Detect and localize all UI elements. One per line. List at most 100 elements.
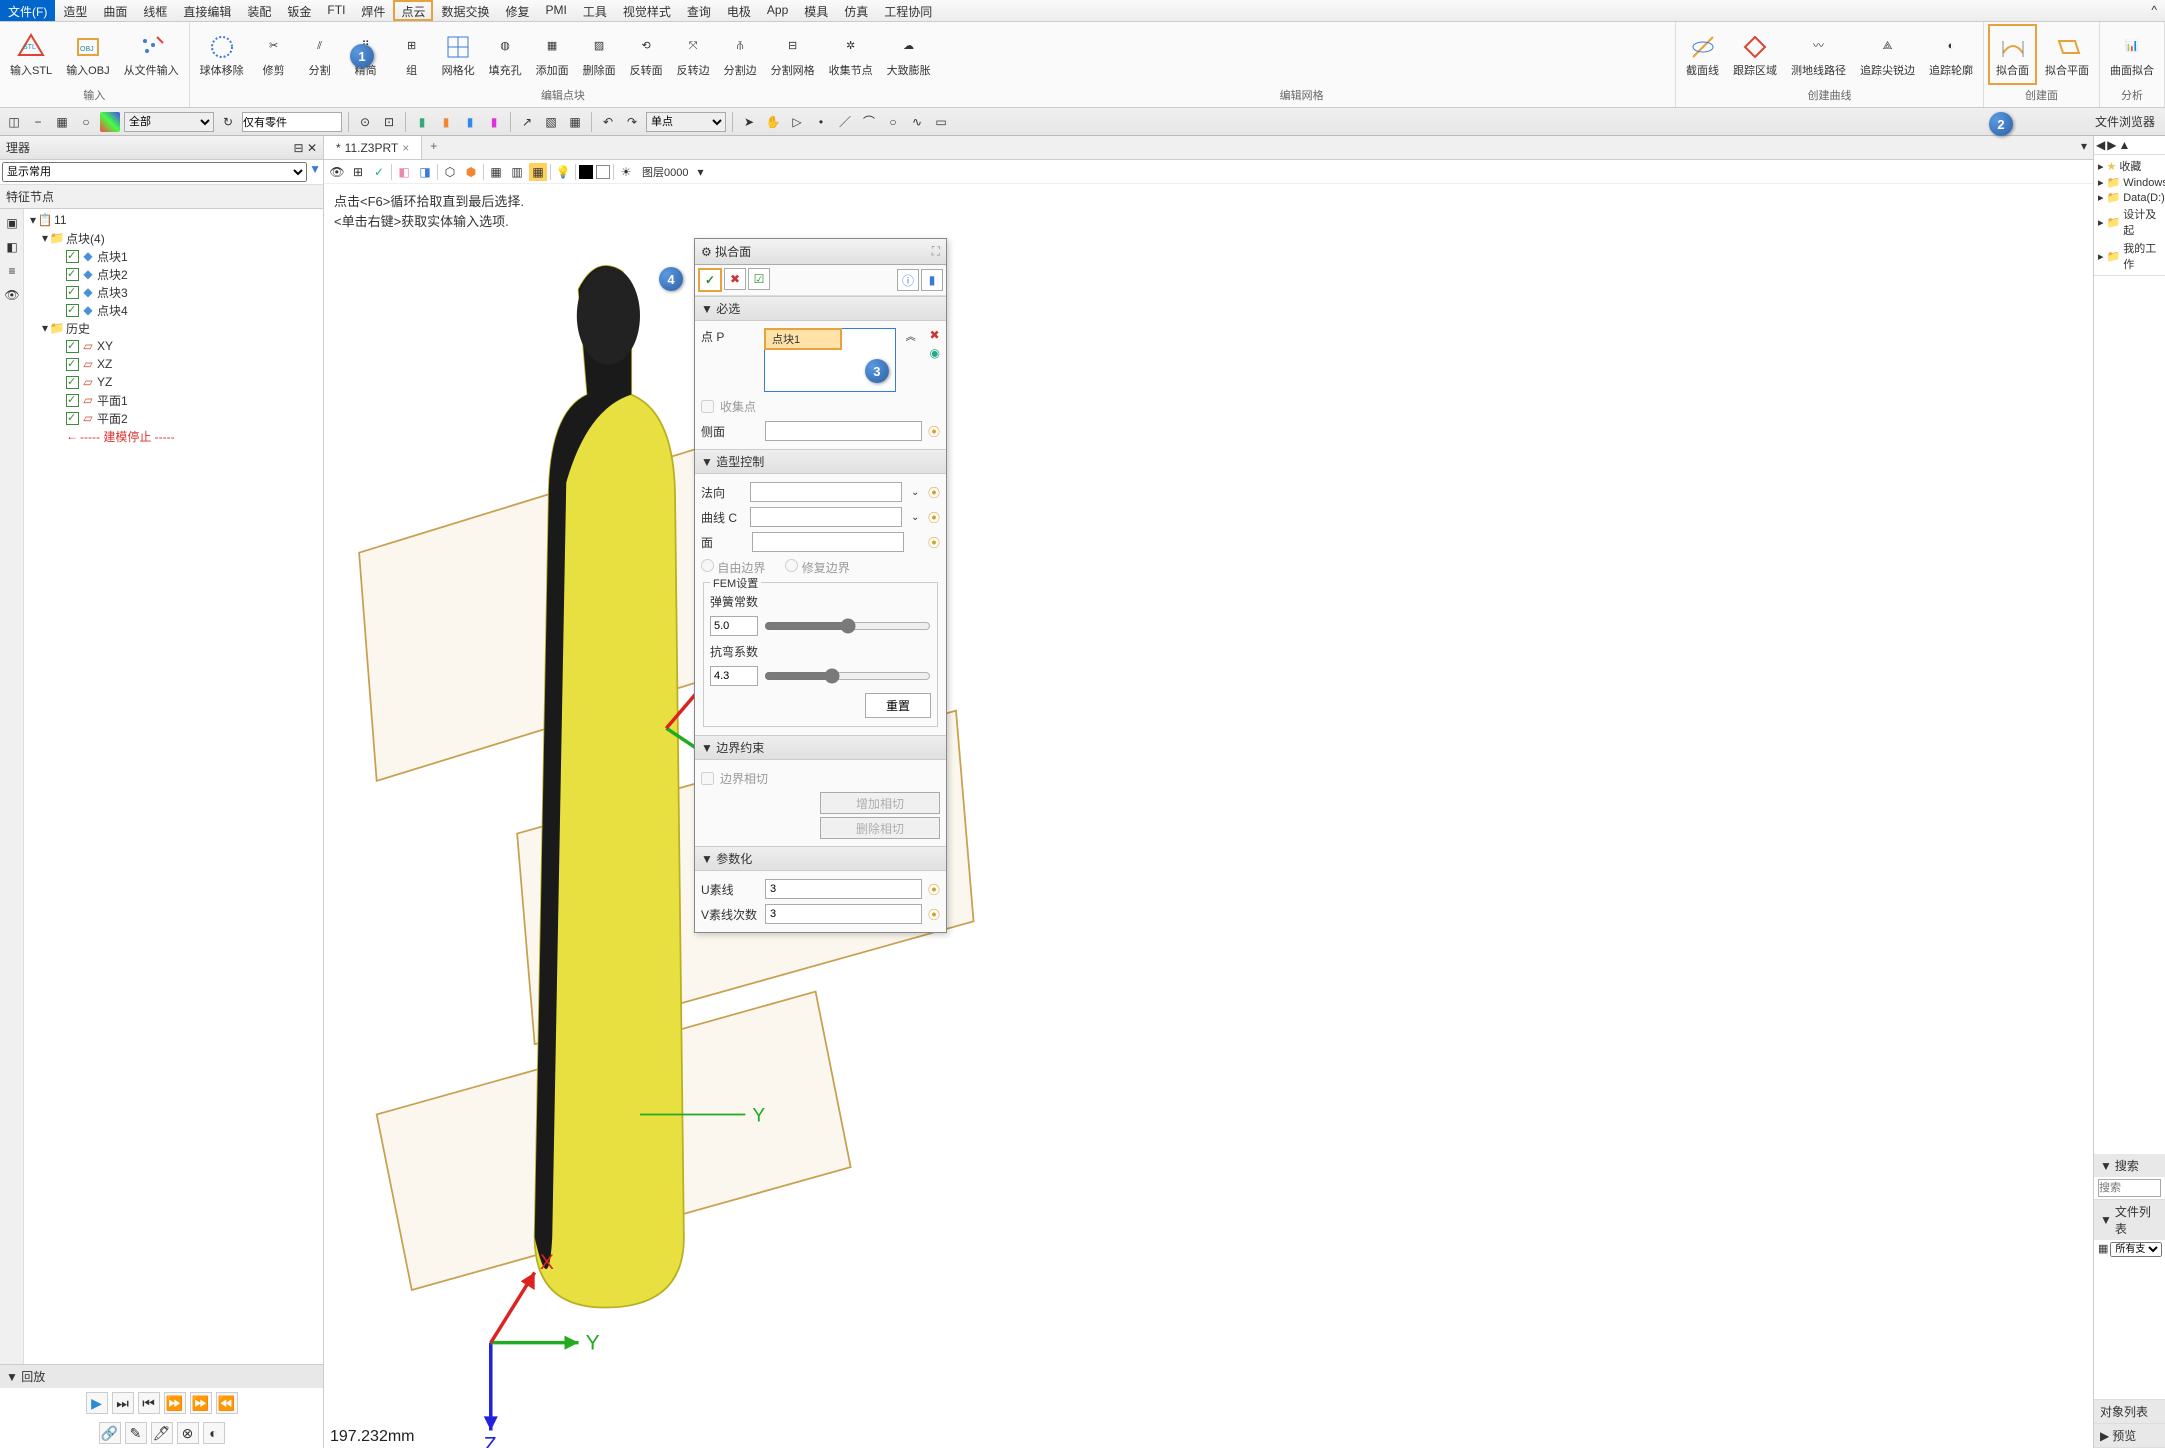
selection-listbox[interactable]: 点块1 3 [764,328,896,392]
tree-root[interactable]: ▾ 📋11 [26,211,321,229]
divide-button[interactable]: ⫽分割 [298,24,342,85]
mesh-button[interactable]: 网格化 [436,24,481,85]
dialog-apply-button[interactable]: ☑ [748,268,770,290]
spring-slider[interactable] [764,618,931,634]
menu-query[interactable]: 查询 [679,0,719,21]
normal-input[interactable] [750,482,902,502]
flipedge-button[interactable]: ⤧反转边 [671,24,716,85]
dialog-titlebar[interactable]: ⚙ 拟合面 ⛶ [695,239,946,265]
sel-delete-icon[interactable]: ✖ [930,328,940,342]
qb-curve-icon[interactable]: ∿ [907,112,927,132]
geodesic-button[interactable]: 〰测地线路径 [1785,24,1852,85]
qb-hand-icon[interactable]: ✋ [763,112,783,132]
qb-undo-icon[interactable]: ↶ [598,112,618,132]
qb-rect-icon[interactable]: ▭ [931,112,951,132]
import-stl-button[interactable]: STL输入STL [4,24,58,85]
qb-minus-icon[interactable]: − [28,112,48,132]
vt-grid-icon[interactable]: ⊞ [349,163,367,181]
vt-black-icon[interactable] [579,165,593,179]
lsi-cube-icon[interactable]: ◧ [2,237,22,257]
vt-hex2-icon[interactable]: ⬢ [462,163,480,181]
qb-grid2-icon[interactable]: ▦ [565,112,585,132]
vt-white-icon[interactable] [596,165,610,179]
track-sharp-button[interactable]: ⟁追踪尖锐边 [1854,24,1921,85]
qb-select-icon[interactable]: ◫ [4,112,24,132]
import-file-button[interactable]: 从文件输入 [118,24,185,85]
pb-tool3-icon[interactable]: 🖊 [151,1422,173,1444]
tree-item-plane1[interactable]: ▱平面1 [26,391,321,409]
qb-snap1-icon[interactable]: ⊙ [355,112,375,132]
lsi-layer-icon[interactable]: ≡ [2,261,22,281]
spring-input[interactable] [710,616,758,636]
splitmesh-button[interactable]: ⊟分割网格 [765,24,821,85]
vt-view2-icon[interactable]: ▥ [508,163,526,181]
dialog-cancel-button[interactable]: ✖ [724,268,746,290]
bend-input[interactable] [710,666,758,686]
menu-fti[interactable]: FTI [319,0,353,21]
tree-item-plane2[interactable]: ▱平面2 [26,409,321,427]
lsi-view-icon[interactable]: 👁 [2,285,22,305]
qb-snap2-icon[interactable]: ⊡ [379,112,399,132]
inflate-button[interactable]: ☁大致膨胀 [881,24,937,85]
collapse-icon[interactable]: ︽ [902,328,920,343]
dlg-section-param[interactable]: ▼ 参数化 [695,846,946,871]
menu-tools[interactable]: 工具 [575,0,615,21]
dialog-info-icon[interactable]: ⓘ [897,269,919,291]
vt-bulb-icon[interactable]: 💡 [554,163,572,181]
tab-add-button[interactable]: + [422,136,445,159]
qb-square-icon[interactable]: ▧ [541,112,561,132]
menu-file[interactable]: 文件(F) [0,0,55,21]
qb-h3-icon[interactable]: ▮ [460,112,480,132]
bend-slider[interactable] [764,668,931,684]
fl-icon[interactable]: ▦ [2098,1242,2108,1257]
menu-dataex[interactable]: 数据交换 [433,0,497,21]
play-button[interactable]: ▶ [86,1392,108,1414]
menu-app[interactable]: App [759,0,796,21]
vt-check-icon[interactable]: ✓ [370,163,388,181]
collectnode-button[interactable]: ✲收集节点 [823,24,879,85]
filelist-select[interactable]: 所有支 [2110,1242,2162,1257]
step-prev-button[interactable]: ⏮ [138,1392,160,1414]
tree-item-pb4[interactable]: ◆点块4 [26,301,321,319]
menu-heal[interactable]: 修复 [497,0,537,21]
fit-plane-button[interactable]: 拟合平面 [2039,24,2095,85]
vt-hide-icon[interactable]: 👁 [328,163,346,181]
qb-play-icon[interactable]: ▷ [787,112,807,132]
vt-layer-dd-icon[interactable]: ▾ [691,163,709,181]
group-button[interactable]: ⊞组 [390,24,434,85]
curvec-expand-icon[interactable]: ⌄ [908,512,922,523]
curvec-input[interactable] [750,507,902,527]
vt-view3-icon[interactable]: ▦ [529,163,547,181]
menu-sheetmetal[interactable]: 钣金 [279,0,319,21]
tree-stop[interactable]: ← ----- 建模停止 ----- [26,427,321,445]
menu-pointcloud[interactable]: 点云 [393,0,433,21]
fav-item[interactable]: ▸ ★收藏 [2098,157,2161,175]
flipface-button[interactable]: ⟲反转面 [624,24,669,85]
tree-history-folder[interactable]: ▾ 📁历史 [26,319,321,337]
qb-arc-icon[interactable]: ⌒ [859,112,879,132]
file-browser-tab[interactable]: 文件浏览器 [2089,113,2161,130]
menu-collab[interactable]: 工程协同 [876,0,940,21]
qb-point-icon[interactable]: • [811,112,831,132]
vcount-input[interactable] [765,904,922,924]
normal-expand-icon[interactable]: ⌄ [908,487,922,498]
windows-item[interactable]: ▸ 📁Windows [2098,175,2161,190]
sphere-remove-button[interactable]: 球体移除 [194,24,250,85]
qb-redo-icon[interactable]: ↷ [622,112,642,132]
menu-assembly[interactable]: 装配 [239,0,279,21]
qb-h4-icon[interactable]: ▮ [484,112,504,132]
step-fwd-button[interactable]: ⏭ [112,1392,134,1414]
menu-visual[interactable]: 视觉样式 [615,0,679,21]
dialog-ok-button[interactable]: ✓ [698,268,722,292]
side-pick-icon[interactable]: ⦿ [928,423,940,440]
tree-pointblock-folder[interactable]: ▾ 📁点块(4) [26,229,321,247]
menu-sim[interactable]: 仿真 [836,0,876,21]
viewport[interactable]: 点击<F6>循环拾取直到最后选择. <单击右键>获取实体输入选项. Y Y [324,184,2093,1448]
tabs-menu-icon[interactable]: ▾ [2075,136,2093,159]
fast-fwd-button[interactable]: ⏩ [190,1392,212,1414]
fillhole-button[interactable]: ◍填充孔 [483,24,528,85]
pb-tool2-icon[interactable]: ✎ [125,1422,147,1444]
menu-wireframe[interactable]: 线框 [135,0,175,21]
qb-line-icon[interactable]: ／ [835,112,855,132]
tree-item-xz[interactable]: ▱XZ [26,355,321,373]
